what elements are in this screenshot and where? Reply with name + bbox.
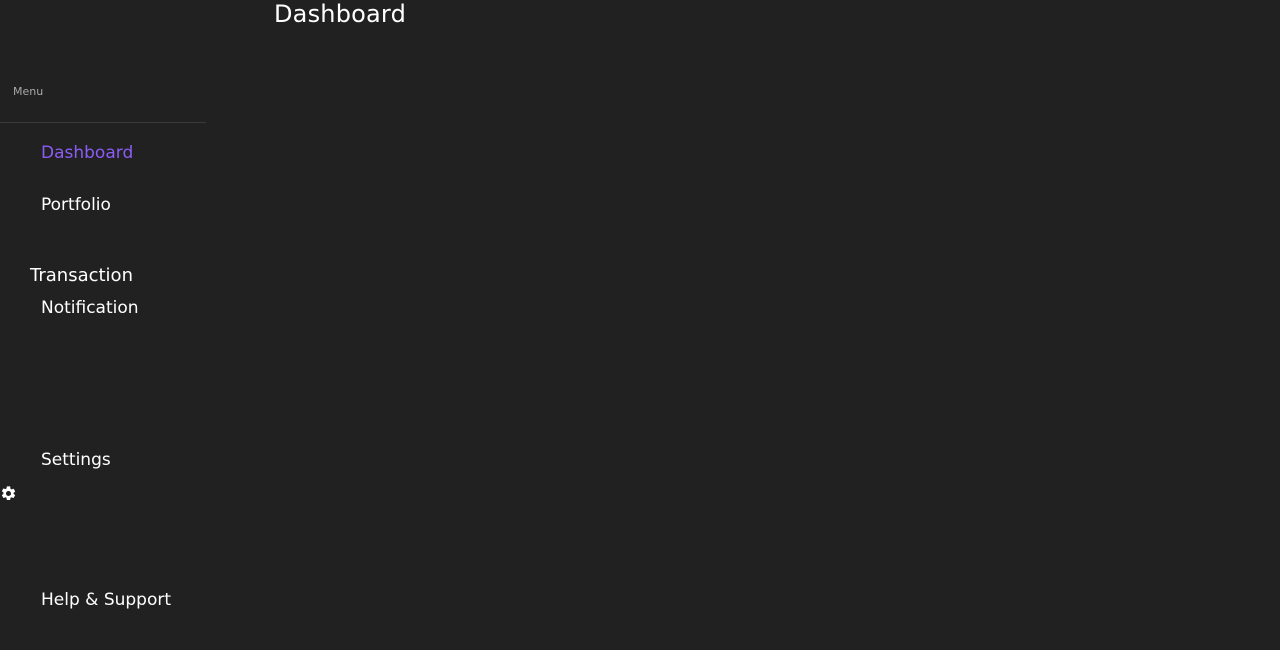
sidebar-item-dashboard[interactable]: Dashboard <box>41 142 133 164</box>
menu-divider <box>0 122 206 123</box>
gear-icon[interactable] <box>0 485 17 502</box>
app-root: Dashboard Menu Dashboard Portfolio Trans… <box>0 0 1280 650</box>
sidebar-item-help-support[interactable]: Help & Support <box>41 589 171 611</box>
sidebar-item-settings[interactable]: Settings <box>41 449 111 471</box>
menu-label: Menu <box>13 85 44 98</box>
sidebar-item-transaction[interactable]: Transaction <box>30 265 133 287</box>
sidebar-item-notification[interactable]: Notification <box>41 297 139 319</box>
sidebar: Menu Dashboard Portfolio Transaction Not… <box>0 0 206 650</box>
sidebar-item-portfolio[interactable]: Portfolio <box>41 194 111 216</box>
page-title: Dashboard <box>274 0 407 28</box>
